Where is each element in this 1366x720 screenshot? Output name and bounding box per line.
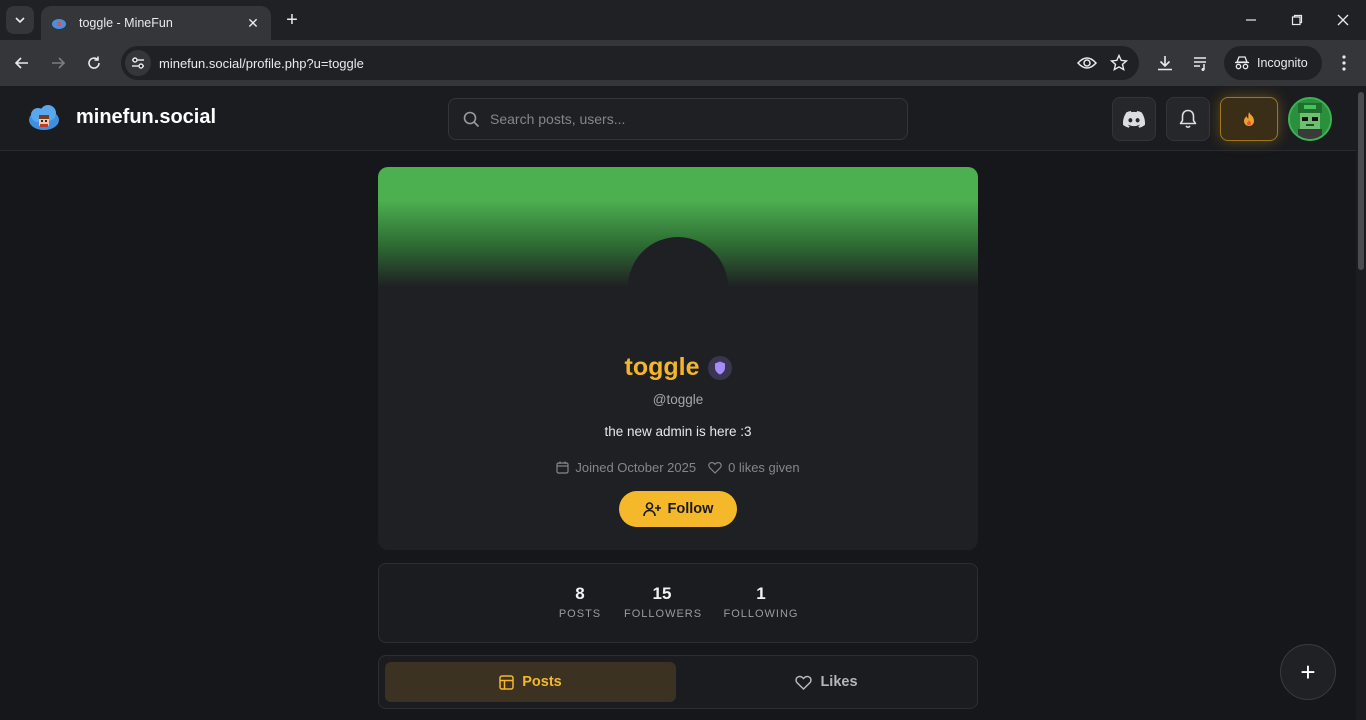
avatar-character-icon [1290, 99, 1330, 139]
media-controls-button[interactable] [1188, 50, 1214, 76]
site-header: minefun.social [0, 86, 1356, 151]
search-input[interactable] [490, 111, 890, 127]
fire-icon [1244, 112, 1254, 126]
bookmark-star-icon[interactable] [1107, 51, 1131, 75]
calendar-icon [556, 461, 569, 474]
site-logo-icon[interactable] [28, 104, 60, 134]
bell-icon [1179, 109, 1197, 129]
discord-button[interactable] [1112, 97, 1156, 141]
stat-label: FOLLOWERS [624, 608, 703, 620]
stat-posts[interactable]: 8 POSTS [557, 584, 603, 620]
arrow-left-icon [14, 57, 28, 69]
new-tab-button[interactable]: + [281, 9, 303, 31]
page-scrollbar[interactable] [1356, 86, 1366, 720]
page-content: minefun.social Search posts, users... to… [0, 86, 1366, 720]
chevron-down-icon [15, 17, 25, 24]
stat-value: 15 [652, 584, 672, 603]
scrollbar-thumb[interactable] [1358, 92, 1364, 270]
profile-handle: @toggle [652, 392, 704, 407]
stat-value: 1 [756, 584, 766, 603]
notifications-button[interactable] [1166, 97, 1210, 141]
stat-followers[interactable]: 15 FOLLOWERS [624, 584, 703, 620]
downloads-button[interactable] [1152, 50, 1178, 76]
url-text[interactable]: minefun.social/profile.php?u=toggle [159, 56, 1075, 71]
browser-tab[interactable]: toggle - MineFun ✕ [41, 6, 271, 40]
restore-button[interactable] [1285, 8, 1309, 32]
tab-posts[interactable]: Posts [385, 662, 676, 702]
tab-search-button[interactable] [6, 6, 34, 34]
forward-button[interactable] [45, 50, 71, 76]
stat-label: POSTS [558, 608, 602, 620]
tab-likes[interactable]: Likes [681, 662, 972, 702]
playlist-icon [1194, 57, 1206, 71]
follow-label: Follow [667, 501, 714, 517]
create-post-button[interactable]: + [1280, 644, 1336, 700]
profile-bio: the new admin is here :3 [604, 424, 752, 439]
incognito-label: Incognito [1257, 56, 1308, 70]
search-icon [463, 111, 480, 127]
incognito-indicator[interactable]: Incognito [1224, 46, 1322, 80]
eye-icon[interactable] [1075, 51, 1099, 75]
stat-label: FOLLOWING [723, 608, 799, 620]
site-brand[interactable]: minefun.social [76, 106, 216, 129]
plus-icon: + [1300, 656, 1316, 687]
minimize-button[interactable] [1239, 8, 1263, 32]
profile-avatar[interactable] [628, 237, 728, 337]
joined-date: Joined October 2025 [556, 460, 696, 475]
address-bar[interactable]: minefun.social/profile.php?u=toggle [121, 46, 1139, 80]
profile-meta: Joined October 2025 0 likes given [378, 460, 978, 475]
stat-following[interactable]: 1 FOLLOWING [721, 584, 801, 620]
admin-shield-icon [707, 355, 732, 380]
more-vertical-icon [1342, 55, 1346, 71]
incognito-icon [1235, 56, 1249, 70]
tab-likes-label: Likes [820, 674, 858, 690]
display-name: toggle [624, 353, 700, 381]
user-plus-icon [642, 501, 661, 516]
tab-close-icon[interactable]: ✕ [245, 15, 261, 31]
layout-icon [499, 674, 514, 690]
tab-title: toggle - MineFun [79, 16, 173, 30]
close-window-button[interactable] [1331, 8, 1355, 32]
browser-toolbar: minefun.social/profile.php?u=toggle Inco… [0, 40, 1366, 86]
discord-icon [1123, 110, 1145, 128]
profile-stats: 8 POSTS 15 FOLLOWERS 1 FOLLOWING [378, 563, 978, 643]
search-box[interactable] [448, 98, 908, 140]
heart-icon [795, 675, 813, 690]
profile-tabs: Posts Likes [378, 655, 978, 709]
browser-menu-button[interactable] [1331, 50, 1357, 76]
reload-button[interactable] [81, 50, 107, 76]
reload-icon [88, 56, 100, 69]
joined-label: Joined October 2025 [575, 460, 697, 475]
download-icon [1158, 56, 1172, 71]
back-button[interactable] [9, 50, 35, 76]
close-icon [1337, 14, 1349, 26]
display-name-row: toggle [378, 353, 978, 382]
tab-posts-label: Posts [522, 674, 562, 690]
minefun-favicon-icon [51, 15, 67, 31]
minimize-icon [1246, 19, 1256, 21]
likes-given-label: 0 likes given [728, 460, 800, 475]
user-avatar[interactable] [1288, 97, 1332, 141]
stat-value: 8 [575, 584, 585, 603]
browser-tab-strip: toggle - MineFun ✕ + [0, 0, 1366, 40]
profile-card: toggle @toggle the new admin is here :3 … [378, 167, 978, 550]
follow-button[interactable]: Follow [619, 491, 737, 527]
tune-icon [132, 57, 144, 69]
likes-given: 0 likes given [708, 460, 800, 475]
site-info-button[interactable] [125, 50, 151, 76]
arrow-right-icon [52, 57, 66, 69]
streak-button[interactable] [1220, 97, 1278, 141]
restore-icon [1291, 14, 1303, 26]
heart-icon [708, 461, 722, 474]
